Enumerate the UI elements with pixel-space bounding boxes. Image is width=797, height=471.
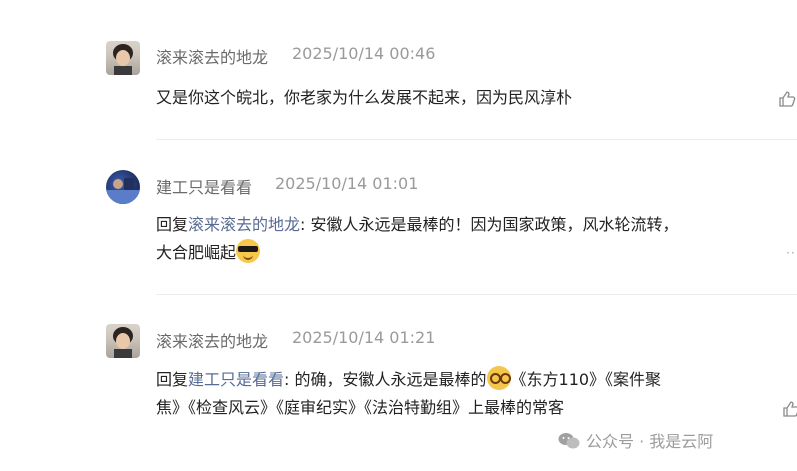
comment-text: 回复建工只是看看: 的确，安徽人永远是最棒的 《东方110》《案件聚 焦》《检查风… [156, 366, 726, 422]
avatar[interactable] [106, 324, 140, 358]
comment-time: 2025/10/14 01:21 [292, 328, 436, 347]
comment-username[interactable]: 滚来滚去的地龙 [156, 328, 268, 352]
comment-username[interactable]: 建工只是看看 [156, 174, 252, 198]
more-dots-icon[interactable]: ·· [786, 246, 796, 260]
avatar[interactable] [106, 170, 140, 204]
watermark-text: 公众号 · 我是云阿 [586, 432, 714, 451]
reply-to-link[interactable]: 建工只是看看 [188, 370, 284, 389]
wechat-icon [558, 433, 580, 449]
divider [156, 139, 797, 140]
thumbs-up-icon[interactable] [778, 90, 796, 108]
thumbs-up-icon[interactable] [782, 400, 797, 418]
watermark: 公众号 · 我是云阿 [558, 428, 713, 452]
reply-prefix: 回复 [156, 215, 189, 234]
comment-username[interactable]: 滚来滚去的地龙 [156, 44, 268, 68]
divider [156, 294, 797, 295]
sunglasses-emoji [236, 239, 261, 263]
avatar[interactable] [106, 41, 140, 75]
comment-time: 2025/10/14 01:01 [275, 174, 419, 193]
comment-text: 又是你这个皖北，你老家为什么发展不起来，因为民风淳朴 [156, 88, 573, 107]
reply-to-link[interactable]: 滚来滚去的地龙 [188, 215, 300, 234]
comment-text: 回复滚来滚去的地龙: 安徽人永远是最棒的！因为国家政策，风水轮流转， 大合肥崛起 [156, 215, 679, 263]
comment-time: 2025/10/14 00:46 [292, 44, 436, 63]
reply-prefix: 回复 [156, 370, 189, 389]
nerd-face-emoji [486, 366, 511, 390]
